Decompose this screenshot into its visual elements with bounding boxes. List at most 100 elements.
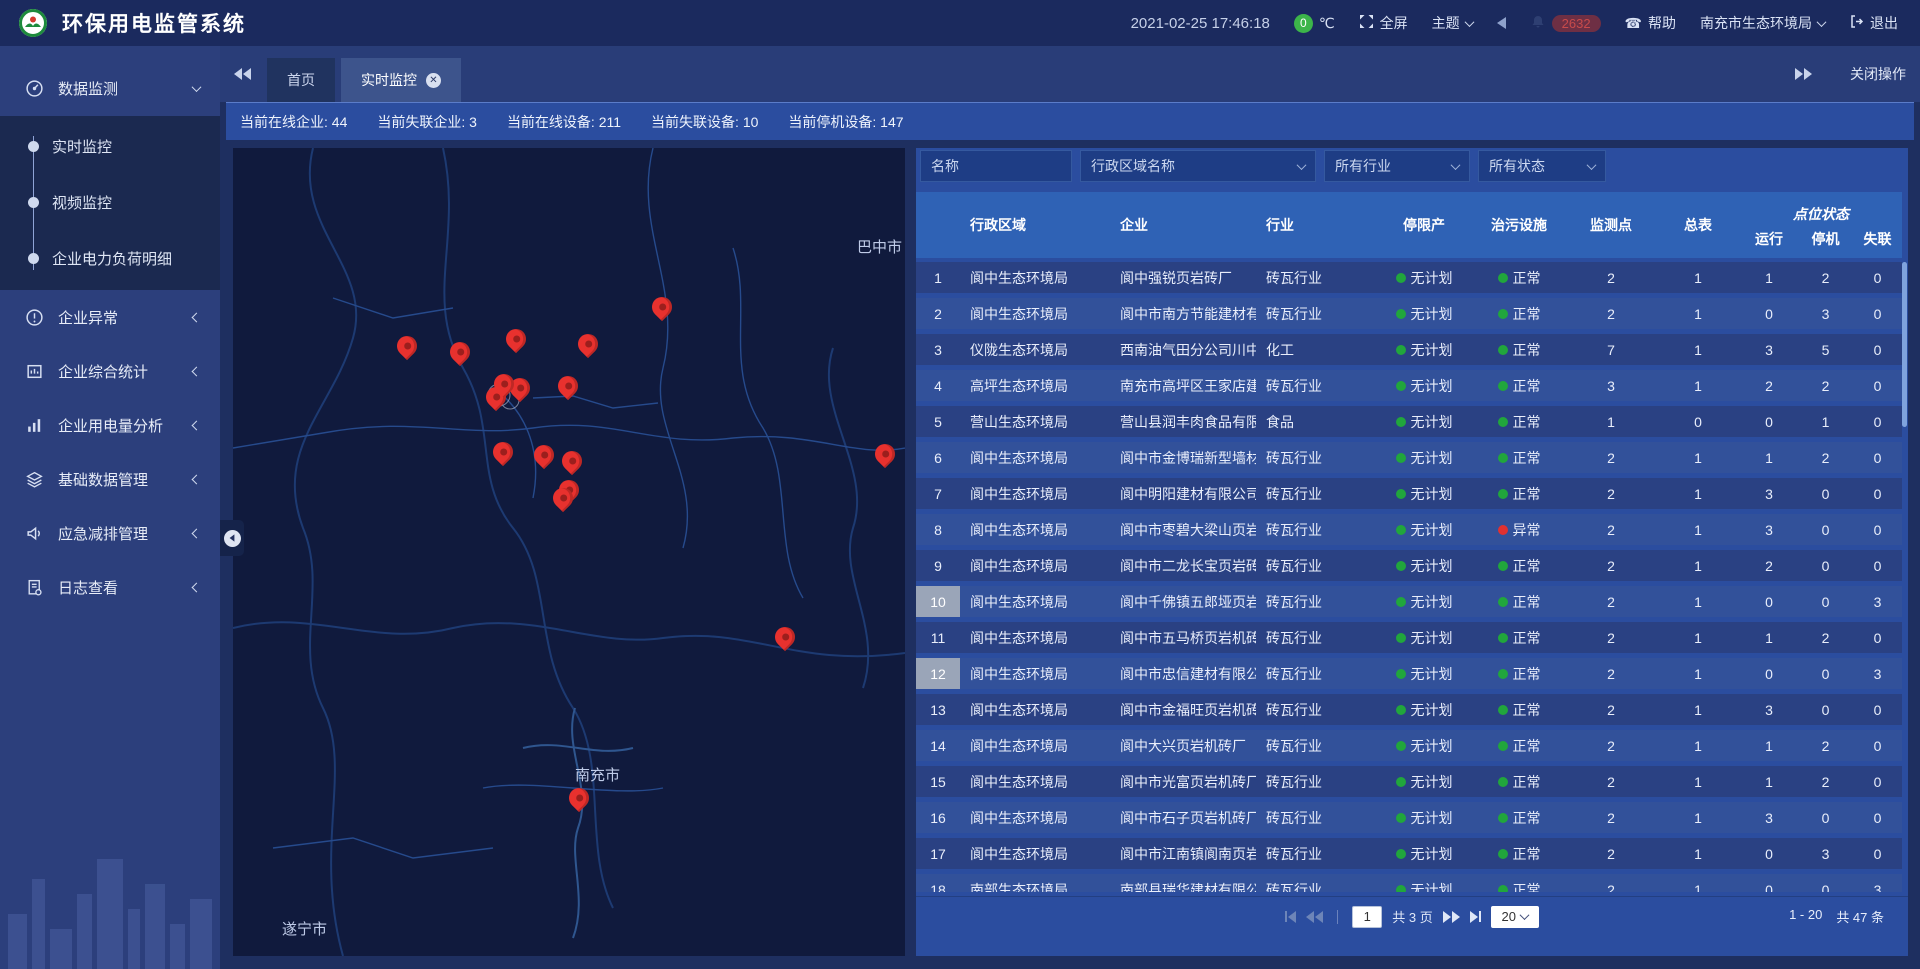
sidebar-item-0[interactable]: 数据监测: [0, 60, 220, 116]
fullscreen-button[interactable]: 全屏: [1359, 13, 1408, 33]
mute-button[interactable]: [1497, 17, 1506, 29]
next-page-button[interactable]: [1443, 911, 1460, 923]
table-row[interactable]: 15阆中生态环境局阆中市光富页岩机砖厂砖瓦行业无计划正常21120: [916, 766, 1902, 797]
status-dot-icon: [1498, 885, 1508, 893]
region-filter-select[interactable]: 行政区域名称: [1080, 150, 1316, 182]
sidebar-subitem[interactable]: 企业电力负荷明细: [0, 230, 220, 286]
industry-filter-select[interactable]: 所有行业: [1324, 150, 1470, 182]
sidebar-item-4[interactable]: 基础数据管理: [0, 452, 220, 506]
table-row[interactable]: 17阆中生态环境局阆中市江南镇阆南页岩砖瓦行业无计划正常21030: [916, 838, 1902, 869]
stat-item: 当前在线设备: 211: [507, 112, 621, 132]
cell-industry: 砖瓦行业: [1256, 694, 1376, 725]
cell-stopped: 2: [1798, 622, 1853, 653]
row-index: 17: [916, 838, 960, 869]
cell-running: 0: [1740, 586, 1798, 617]
sidebar-subitem[interactable]: 视频监控: [0, 174, 220, 230]
table-row[interactable]: 11阆中生态环境局阆中市五马桥页岩机砖砖瓦行业无计划正常21120: [916, 622, 1902, 653]
map-panel[interactable]: 巴中市南充市遂宁市: [233, 148, 905, 956]
close-operations-button[interactable]: 关闭操作: [1850, 64, 1906, 84]
sidebar-item-1[interactable]: 企业异常: [0, 290, 220, 344]
help-button[interactable]: ☎ 帮助: [1625, 13, 1676, 33]
status-dot-icon: [1498, 417, 1508, 427]
table-row[interactable]: 1阆中生态环境局阆中强锐页岩砖厂砖瓦行业无计划正常21120: [916, 262, 1902, 293]
table-row[interactable]: 14阆中生态环境局阆中大兴页岩机砖厂砖瓦行业无计划正常21120: [916, 730, 1902, 761]
filter-row: 行政区域名称 所有行业 所有状态: [920, 150, 1898, 182]
cell-industry: 砖瓦行业: [1256, 802, 1376, 833]
table-row[interactable]: 4高坪生态环境局南充市高坪区王家店建砖瓦行业无计划正常31220: [916, 370, 1902, 401]
table-row[interactable]: 16阆中生态环境局阆中市石子页岩机砖厂砖瓦行业无计划正常21300: [916, 802, 1902, 833]
table-row[interactable]: 2阆中生态环境局阆中市南方节能建材有砖瓦行业无计划正常21030: [916, 298, 1902, 329]
table-row[interactable]: 9阆中生态环境局阆中市二龙长宝页岩砖砖瓦行业无计划正常21200: [916, 550, 1902, 581]
cell-stopped: 0: [1798, 694, 1853, 725]
row-index: 4: [916, 370, 960, 401]
cell-running: 1: [1740, 622, 1798, 653]
table-row[interactable]: 7阆中生态环境局阆中明阳建材有限公司砖瓦行业无计划正常21300: [916, 478, 1902, 509]
chevron-down-icon: [192, 82, 202, 92]
status-dot-icon: [1396, 849, 1406, 859]
tab-home[interactable]: 首页: [267, 58, 335, 102]
cell-industry: 砖瓦行业: [1256, 442, 1376, 473]
column-header-industry: 行业: [1256, 192, 1376, 258]
cell-running: 0: [1740, 838, 1798, 869]
cell-offline: 3: [1853, 874, 1902, 892]
logout-button[interactable]: 退出: [1849, 13, 1898, 33]
name-filter-input[interactable]: [920, 150, 1072, 182]
table-row[interactable]: 8阆中生态环境局阆中市枣碧大梁山页岩砖瓦行业无计划异常21300: [916, 514, 1902, 545]
chevron-down-icon: [1451, 160, 1461, 170]
status-dot-icon: [1396, 705, 1406, 715]
table-row[interactable]: 13阆中生态环境局阆中市金福旺页岩机砖砖瓦行业无计划正常21300: [916, 694, 1902, 725]
tab-close-icon[interactable]: ✕: [426, 73, 441, 88]
status-filter-select[interactable]: 所有状态: [1478, 150, 1606, 182]
cell-stopped: 0: [1798, 586, 1853, 617]
cell-production-status: 无计划: [1376, 874, 1472, 892]
table-row[interactable]: 6阆中生态环境局阆中市金博瑞新型墙材砖瓦行业无计划正常21120: [916, 442, 1902, 473]
prev-page-button[interactable]: [1306, 911, 1323, 923]
sidebar-item-2[interactable]: 企业综合统计: [0, 344, 220, 398]
stat-item: 当前停机设备: 147: [788, 112, 903, 132]
sidebar-item-6[interactable]: 日志查看: [0, 560, 220, 614]
sidebar-item-3[interactable]: 企业用电量分析: [0, 398, 220, 452]
sidebar-collapse-button[interactable]: [220, 520, 244, 556]
table-scrollbar[interactable]: [1902, 262, 1907, 892]
tab-realtime-monitor[interactable]: 实时监控 ✕: [341, 58, 461, 102]
notifications[interactable]: 2632: [1530, 14, 1601, 33]
column-group-point-status: 点位状态: [1740, 192, 1902, 225]
sidebar-subitem[interactable]: 实时监控: [0, 118, 220, 174]
table-row[interactable]: 10阆中生态环境局阆中千佛镇五郎垭页岩砖瓦行业无计划正常21003: [916, 586, 1902, 617]
page-size-select[interactable]: 20: [1491, 906, 1539, 928]
table-header: 行政区域 企业 行业 停限产 治污设施 监测点 总表 点位状态 运行 停机 失联: [916, 192, 1902, 258]
page-number-input[interactable]: [1352, 906, 1382, 928]
cell-offline: 3: [1853, 658, 1902, 689]
status-dot-icon: [1498, 669, 1508, 679]
table-row[interactable]: 3仪陇生态环境局西南油气田分公司川中化工无计划正常71350: [916, 334, 1902, 365]
cell-production-status: 无计划: [1376, 766, 1472, 797]
sidebar-item-5[interactable]: 应急减排管理: [0, 506, 220, 560]
cell-company: 营山县润丰肉食品有限: [1110, 406, 1256, 437]
cell-facility-status: 正常: [1472, 838, 1566, 869]
cell-running: 3: [1740, 802, 1798, 833]
cell-production-status: 无计划: [1376, 622, 1472, 653]
table-row[interactable]: 12阆中生态环境局阆中市忠信建材有限公砖瓦行业无计划正常21003: [916, 658, 1902, 689]
last-page-button[interactable]: [1470, 911, 1481, 923]
total-pages-label: 共 3 页: [1392, 907, 1432, 926]
cell-facility-status: 正常: [1472, 874, 1566, 892]
table-row[interactable]: 18南部生态环境局南部县瑞华建材有限公砖瓦行业无计划正常21003: [916, 874, 1902, 892]
tabs-scroll-right-button[interactable]: [1795, 68, 1812, 80]
chevron-left-icon: [192, 312, 202, 322]
cell-production-status: 无计划: [1376, 694, 1472, 725]
chevron-left-icon: [192, 420, 202, 430]
cell-offline: 0: [1853, 442, 1902, 473]
cell-production-status: 无计划: [1376, 514, 1472, 545]
cell-meters: 1: [1656, 550, 1740, 581]
status-dot-icon: [1498, 309, 1508, 319]
temperature-unit: ℃: [1319, 15, 1335, 32]
cell-facility-status: 正常: [1472, 478, 1566, 509]
theme-dropdown[interactable]: 主题: [1432, 13, 1473, 33]
cell-production-status: 无计划: [1376, 406, 1472, 437]
cell-stopped: 3: [1798, 298, 1853, 329]
table-row[interactable]: 5营山生态环境局营山县润丰肉食品有限食品无计划正常10010: [916, 406, 1902, 437]
tabs-scroll-left-button[interactable]: [234, 68, 251, 80]
chevron-down-icon: [1297, 160, 1307, 170]
user-org-dropdown[interactable]: 南充市生态环境局: [1700, 13, 1825, 33]
first-page-button[interactable]: [1285, 911, 1296, 923]
